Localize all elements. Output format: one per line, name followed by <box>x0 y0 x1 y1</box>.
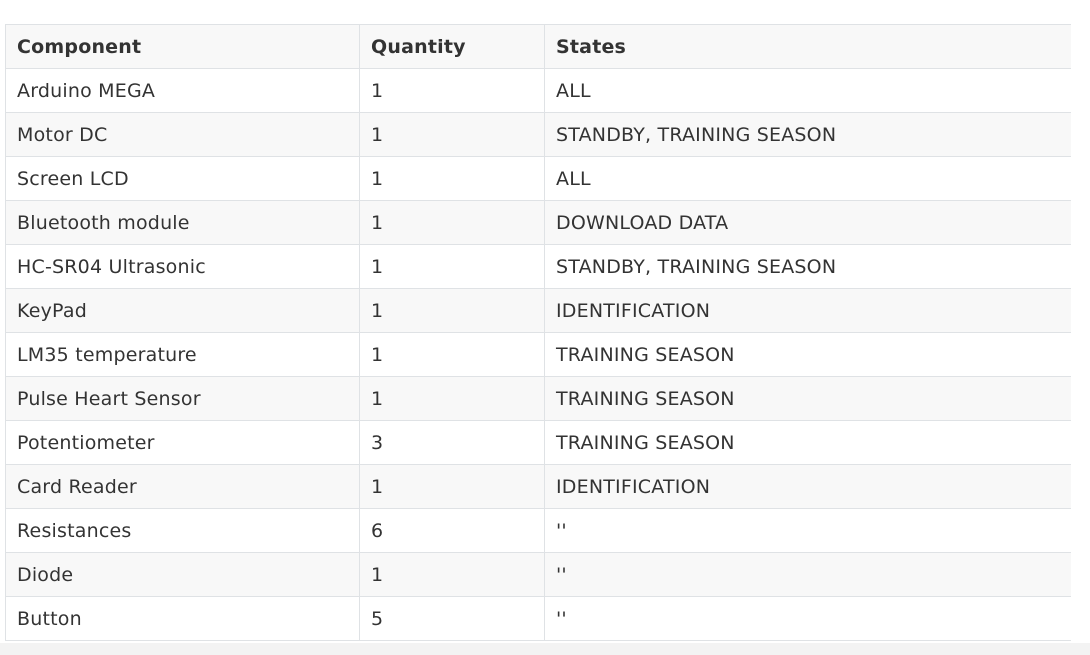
cell-quantity: 1 <box>359 156 545 201</box>
cell-component: Diode <box>5 552 360 597</box>
cell-component: Motor DC <box>5 112 360 157</box>
cell-quantity: 1 <box>359 68 545 113</box>
table-row: Button 5 '' <box>5 596 1071 641</box>
table-row: Bluetooth module 1 DOWNLOAD DATA <box>5 200 1071 245</box>
cell-component: LM35 temperature <box>5 332 360 377</box>
cell-component: KeyPad <box>5 288 360 333</box>
cell-quantity: 6 <box>359 508 545 553</box>
table-row: Card Reader 1 IDENTIFICATION <box>5 464 1071 509</box>
table-header: Component Quantity States <box>5 24 1071 69</box>
cell-quantity: 1 <box>359 332 545 377</box>
table-row: LM35 temperature 1 TRAINING SEASON <box>5 332 1071 377</box>
cell-quantity: 1 <box>359 112 545 157</box>
cell-quantity: 1 <box>359 244 545 289</box>
cell-states: TRAINING SEASON <box>544 332 1071 377</box>
table-row: Diode 1 '' <box>5 552 1071 597</box>
cell-quantity: 3 <box>359 420 545 465</box>
table-row: Arduino MEGA 1 ALL <box>5 68 1071 113</box>
cell-quantity: 1 <box>359 552 545 597</box>
cell-component: Screen LCD <box>5 156 360 201</box>
table-row: HC-SR04 Ultrasonic 1 STANDBY, TRAINING S… <box>5 244 1071 289</box>
cell-states: TRAINING SEASON <box>544 420 1071 465</box>
cell-states: IDENTIFICATION <box>544 288 1071 333</box>
cell-quantity: 1 <box>359 200 545 245</box>
cell-states: '' <box>544 596 1071 641</box>
cell-states: ALL <box>544 68 1071 113</box>
column-header-states: States <box>544 24 1071 69</box>
cell-component: Button <box>5 596 360 641</box>
table-row: Motor DC 1 STANDBY, TRAINING SEASON <box>5 112 1071 157</box>
cell-states: ALL <box>544 156 1071 201</box>
cell-quantity: 1 <box>359 376 545 421</box>
column-header-component: Component <box>5 24 360 69</box>
cell-quantity: 5 <box>359 596 545 641</box>
page-bottom-strip <box>0 643 1090 655</box>
cell-component: Pulse Heart Sensor <box>5 376 360 421</box>
components-table: Component Quantity States Arduino MEGA 1… <box>5 24 1071 641</box>
table-body: Arduino MEGA 1 ALL Motor DC 1 STANDBY, T… <box>5 68 1071 641</box>
cell-states: IDENTIFICATION <box>544 464 1071 509</box>
components-table-container: Component Quantity States Arduino MEGA 1… <box>5 24 1071 643</box>
table-row: Potentiometer 3 TRAINING SEASON <box>5 420 1071 465</box>
cell-states: TRAINING SEASON <box>544 376 1071 421</box>
cell-states: '' <box>544 552 1071 597</box>
cell-states: '' <box>544 508 1071 553</box>
cell-component: Card Reader <box>5 464 360 509</box>
cell-component: HC-SR04 Ultrasonic <box>5 244 360 289</box>
cell-component: Potentiometer <box>5 420 360 465</box>
cell-states: STANDBY, TRAINING SEASON <box>544 112 1071 157</box>
table-row: Screen LCD 1 ALL <box>5 156 1071 201</box>
cell-component: Arduino MEGA <box>5 68 360 113</box>
column-header-quantity: Quantity <box>359 24 545 69</box>
cell-component: Bluetooth module <box>5 200 360 245</box>
table-row: Resistances 6 '' <box>5 508 1071 553</box>
cell-states: STANDBY, TRAINING SEASON <box>544 244 1071 289</box>
table-row: Pulse Heart Sensor 1 TRAINING SEASON <box>5 376 1071 421</box>
header-row: Component Quantity States <box>5 24 1071 69</box>
cell-component: Resistances <box>5 508 360 553</box>
cell-quantity: 1 <box>359 288 545 333</box>
table-row: KeyPad 1 IDENTIFICATION <box>5 288 1071 333</box>
cell-states: DOWNLOAD DATA <box>544 200 1071 245</box>
cell-quantity: 1 <box>359 464 545 509</box>
